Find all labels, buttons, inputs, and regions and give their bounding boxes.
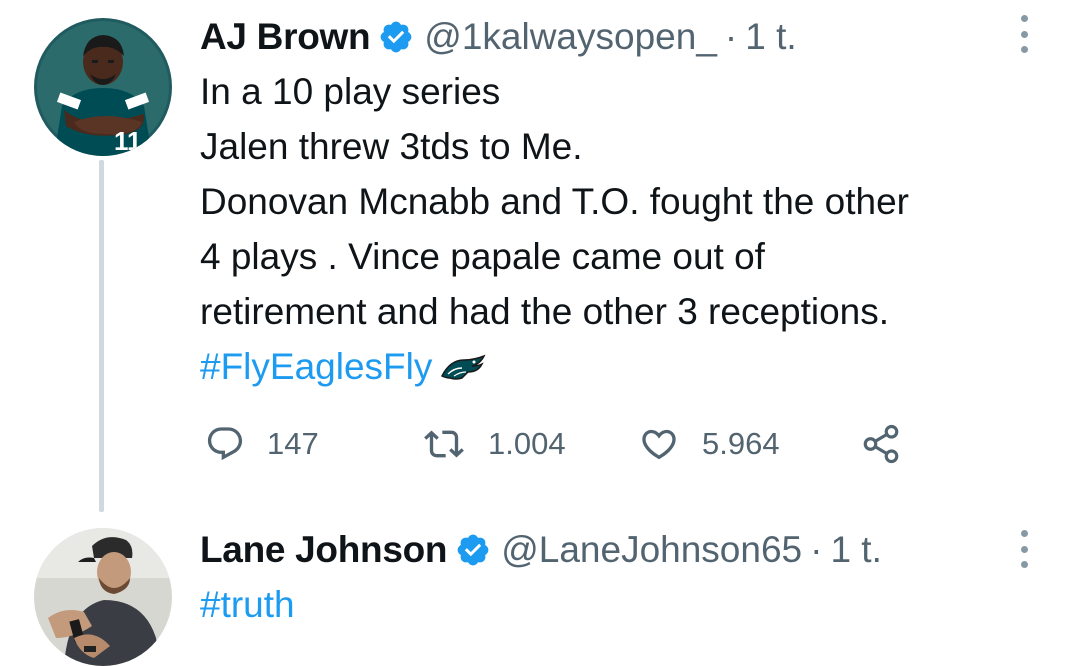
thread-connector-line	[99, 160, 104, 512]
svg-text:11: 11	[114, 126, 142, 156]
author-handle[interactable]: @1kalwaysopen_	[424, 16, 717, 58]
tweet-text: In a 10 play series Jalen threw 3tds to …	[200, 64, 909, 394]
verified-badge-icon	[378, 19, 414, 55]
tweet-hashtag-line: #FlyEaglesFly	[200, 339, 909, 394]
author-handle[interactable]: @LaneJohnson65	[501, 529, 802, 571]
avatar-ajbrown[interactable]: 11	[34, 18, 172, 156]
tweet-text-line: Jalen threw 3tds to Me.	[200, 126, 583, 167]
separator-dot: ·	[724, 16, 738, 57]
tweet-header: AJ Brown @1kalwaysopen_ · 1 t.	[200, 13, 797, 61]
eagle-emoji-icon	[440, 342, 486, 397]
avatar-lanejohnson[interactable]	[34, 528, 172, 666]
more-options-icon[interactable]	[1017, 15, 1031, 53]
retweet-count: 1.004	[488, 426, 566, 461]
like-count: 5.964	[702, 426, 780, 461]
tweet-text-line: In a 10 play series	[200, 71, 501, 112]
share-button[interactable]	[860, 420, 902, 468]
tweet-timestamp[interactable]: 1 t.	[745, 16, 796, 58]
tweet-header: Lane Johnson @LaneJohnson65 · 1 t.	[200, 526, 882, 574]
share-icon	[863, 424, 899, 464]
tweet-hashtag-line: #truth	[200, 577, 295, 632]
tweet-text-line: 4 plays . Vince papale came out of	[200, 236, 765, 277]
tweet-text: #truth	[200, 577, 295, 632]
avatar-lanejohnson-photo	[34, 528, 172, 666]
avatar-ajbrown-illustration: 11	[34, 18, 172, 156]
author-name[interactable]: Lane Johnson	[200, 529, 448, 571]
reply-icon	[207, 427, 243, 461]
hashtag-link[interactable]: #truth	[200, 584, 295, 625]
tweet-text-line: retirement and had the other 3 reception…	[200, 291, 890, 332]
like-icon	[642, 429, 676, 460]
retweet-icon	[424, 430, 464, 458]
more-options-icon[interactable]	[1017, 530, 1031, 568]
retweet-button[interactable]: 1.004	[422, 420, 566, 468]
author-name[interactable]: AJ Brown	[200, 16, 371, 58]
hashtag-link[interactable]: #FlyEaglesFly	[200, 346, 432, 387]
tweet-ajbrown[interactable]: 11 AJ Brown @1kalwaysopen_ · 1 t. In a 1…	[0, 0, 1078, 520]
tweet-lanejohnson[interactable]: Lane Johnson @LaneJohnson65 · 1 t. #trut…	[0, 520, 1078, 666]
reply-count: 147	[267, 426, 319, 461]
like-button[interactable]: 5.964	[638, 420, 780, 468]
separator-dot: ·	[810, 529, 823, 570]
reply-button[interactable]: 147	[205, 420, 319, 468]
tweet-timestamp[interactable]: 1 t.	[830, 529, 881, 571]
verified-badge-icon	[455, 532, 491, 568]
tweet-text-line: Donovan Mcnabb and T.O. fought the other	[200, 181, 909, 222]
